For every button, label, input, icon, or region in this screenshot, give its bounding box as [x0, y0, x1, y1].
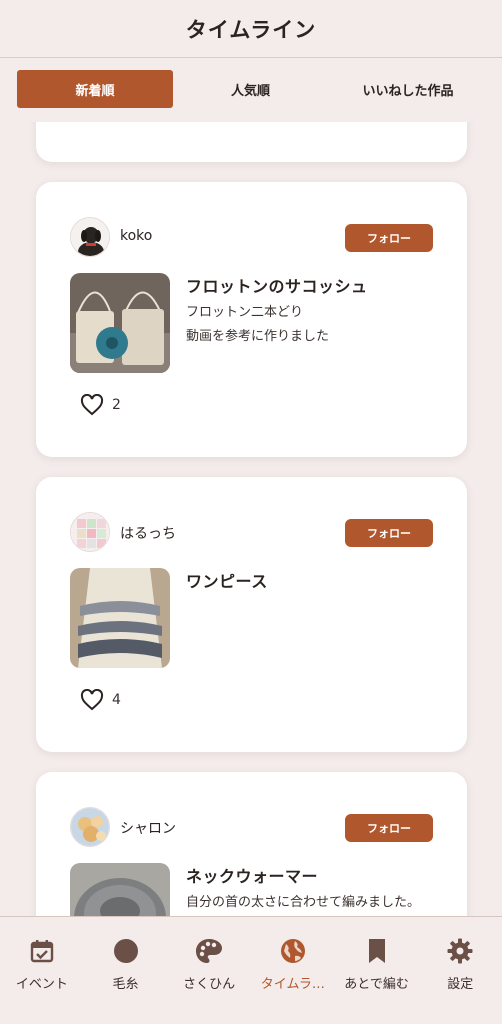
- follow-button[interactable]: フォロー: [345, 519, 433, 547]
- timeline-feed[interactable]: koko フォロー フロットンのサコッシュ フロットン二本どり 動画を参考に作り…: [0, 122, 502, 916]
- tab-newest[interactable]: 新着順: [17, 70, 173, 108]
- palette-icon: [195, 937, 223, 965]
- nav-item-yarn[interactable]: 毛糸: [84, 917, 168, 1024]
- calendar-check-icon: [28, 937, 56, 965]
- heart-icon[interactable]: [80, 689, 104, 711]
- nav-item-knit-later[interactable]: あとで編む: [335, 917, 419, 1024]
- post-description: フロットン二本どり 動画を参考に作りました: [186, 301, 329, 349]
- post-title[interactable]: ネックウォーマー: [186, 863, 318, 887]
- follow-button[interactable]: フォロー: [345, 814, 433, 842]
- description-line: 自分の首の太さに合わせて編みました。: [186, 895, 421, 910]
- like-count: 2: [112, 397, 121, 413]
- post-thumbnail[interactable]: [70, 273, 170, 373]
- nav-label: イベント: [15, 977, 68, 992]
- username[interactable]: シャロン: [120, 818, 176, 838]
- yarn-ball-icon: [112, 937, 140, 965]
- like-control[interactable]: 4: [80, 689, 121, 711]
- tab-popular[interactable]: 人気順: [173, 70, 328, 108]
- post-title[interactable]: フロットンのサコッシュ: [186, 273, 368, 297]
- bottom-navigation: イベント 毛糸 さくひん タイムラ… あとで編む 設定: [0, 916, 502, 1024]
- username[interactable]: koko: [120, 228, 152, 244]
- bookmark-icon: [363, 937, 391, 965]
- nav-label: あとで編む: [344, 977, 409, 992]
- description-line: 動画を参考に作りました: [186, 329, 330, 344]
- nav-label: 毛糸: [112, 977, 139, 992]
- description-line: フロットン二本どり: [186, 305, 304, 320]
- page-title: タイムライン: [185, 17, 317, 42]
- post-title[interactable]: ワンピース: [186, 568, 268, 592]
- post-card[interactable]: [36, 122, 467, 162]
- sort-tabs: 新着順 人気順 いいねした作品: [0, 70, 502, 108]
- post-card[interactable]: シャロン フォロー ネックウォーマー 自分の首の太さに合わせて編みました。: [36, 772, 467, 916]
- tab-liked[interactable]: いいねした作品: [328, 70, 488, 108]
- post-thumbnail[interactable]: [70, 568, 170, 668]
- nav-label: タイムラ…: [260, 977, 325, 992]
- avatar[interactable]: [70, 807, 110, 847]
- post-thumbnail[interactable]: [70, 863, 170, 916]
- nav-item-works[interactable]: さくひん: [167, 917, 251, 1024]
- post-card[interactable]: koko フォロー フロットンのサコッシュ フロットン二本どり 動画を参考に作り…: [36, 182, 467, 457]
- follow-button[interactable]: フォロー: [345, 224, 433, 252]
- post-description: 自分の首の太さに合わせて編みました。: [186, 891, 420, 915]
- app-header: タイムライン: [0, 0, 502, 58]
- nav-label: さくひん: [183, 977, 236, 992]
- nav-item-timeline[interactable]: タイムラ…: [251, 917, 335, 1024]
- avatar[interactable]: [70, 217, 110, 257]
- post-card[interactable]: はるっち フォロー ワンピース 4: [36, 477, 467, 752]
- nav-item-settings[interactable]: 設定: [418, 917, 502, 1024]
- heart-icon[interactable]: [80, 394, 104, 416]
- nav-label: 設定: [447, 977, 474, 992]
- globe-icon: [279, 937, 307, 965]
- like-count: 4: [112, 692, 121, 708]
- username[interactable]: はるっち: [120, 523, 176, 543]
- nav-item-event[interactable]: イベント: [0, 917, 84, 1024]
- like-control[interactable]: 2: [80, 394, 121, 416]
- gear-icon: [446, 937, 474, 965]
- avatar[interactable]: [70, 512, 110, 552]
